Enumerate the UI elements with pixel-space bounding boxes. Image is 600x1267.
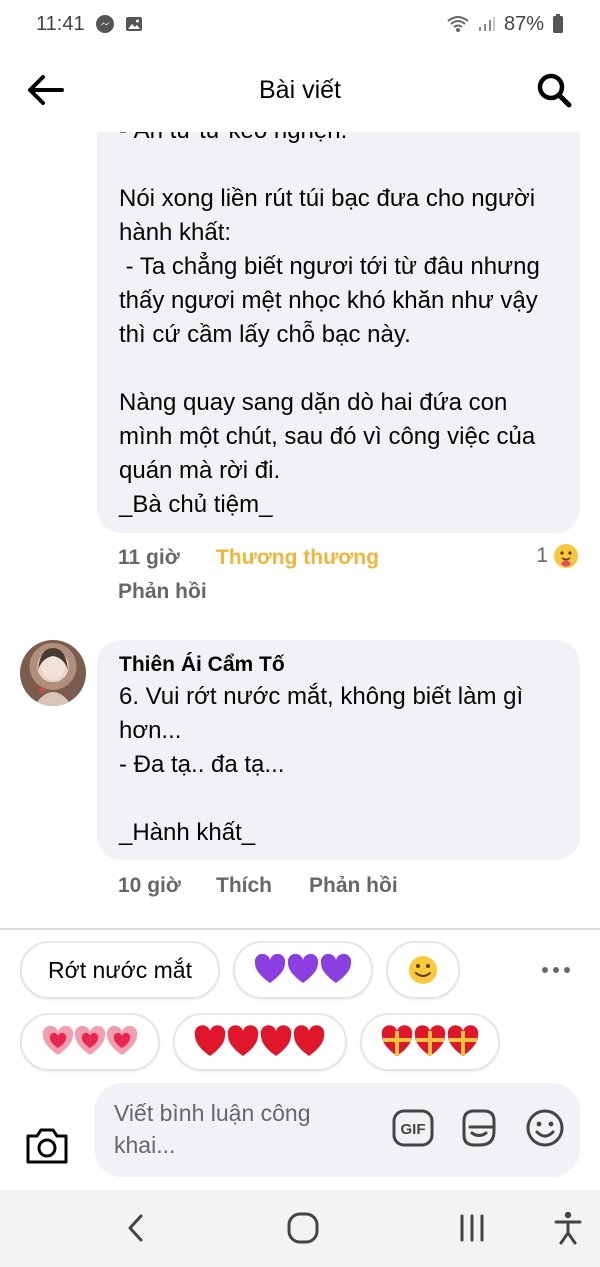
reply-button[interactable]: Phản hồi — [309, 874, 398, 898]
back-button[interactable] — [24, 68, 68, 112]
gif-icon: GIF — [392, 1109, 434, 1147]
avatar[interactable] — [20, 640, 86, 706]
comment-time[interactable]: 11 giờ — [118, 546, 180, 570]
emoji-icon — [526, 1109, 564, 1147]
svg-text:GIF: GIF — [401, 1121, 426, 1138]
sticker-button[interactable] — [456, 1105, 502, 1151]
page-title: Bài viết — [259, 75, 341, 104]
wifi-icon — [446, 14, 470, 34]
comments-feed[interactable]: - Ăn từ từ kẻo nghẹn. Nói xong liền rút … — [0, 132, 600, 928]
app-header: Bài viết — [0, 48, 600, 132]
gif-button[interactable]: GIF — [390, 1105, 436, 1151]
system-nav-bar — [0, 1190, 600, 1267]
camera-button[interactable] — [24, 1124, 70, 1166]
quick-reply-chip[interactable] — [386, 941, 460, 999]
sparkling-hearts-icon — [42, 1025, 138, 1055]
comment-bubble[interactable]: - Ăn từ từ kẻo nghẹn. Nói xong liền rút … — [97, 132, 580, 533]
reaction-summary[interactable]: 1 — [536, 542, 580, 570]
sticker-icon — [462, 1109, 496, 1147]
comment-author[interactable]: Thiên Ái Cẩm Tố — [119, 652, 558, 678]
quick-reply-chip[interactable] — [173, 1013, 347, 1071]
chevron-left-icon — [128, 1214, 143, 1242]
home-circle-icon — [287, 1212, 319, 1244]
battery-icon — [552, 14, 564, 34]
arrow-left-icon — [28, 75, 64, 105]
divider — [0, 928, 600, 930]
nav-home-button[interactable] — [279, 1206, 327, 1250]
status-time: 11:41 — [36, 12, 85, 35]
signal-icon — [478, 15, 496, 33]
status-bar: 11:41 87% — [0, 0, 600, 48]
like-button[interactable]: Thích — [216, 874, 272, 898]
battery-percent: 87% — [503, 12, 544, 35]
purple-hearts-icon — [254, 953, 352, 983]
gallery-icon — [125, 15, 143, 33]
comment-text: 6. Vui rớt nước mắt, không biết làm gì h… — [119, 683, 524, 846]
search-button[interactable] — [532, 68, 576, 112]
comment-text: - Ăn từ từ kẻo nghẹn. Nói xong liền rút … — [119, 132, 540, 518]
gift-hearts-icon — [381, 1025, 479, 1056]
quick-reply-chip[interactable] — [360, 1013, 500, 1071]
reaction-count: 1 — [536, 544, 548, 567]
red-hearts-icon — [194, 1025, 325, 1056]
quick-reply-chip[interactable]: Rớt nước mắt — [20, 941, 220, 999]
comment-time[interactable]: 10 giờ — [118, 874, 181, 898]
accessibility-button[interactable] — [544, 1206, 592, 1250]
more-options-button[interactable] — [536, 955, 576, 985]
emoji-button[interactable] — [522, 1105, 568, 1151]
camera-icon — [26, 1128, 68, 1164]
messenger-icon — [95, 14, 115, 34]
smile-emoji-icon — [409, 956, 437, 984]
quick-reply-chip[interactable] — [233, 941, 373, 999]
accessibility-icon — [554, 1211, 582, 1245]
care-reaction-icon — [554, 544, 578, 568]
search-icon — [537, 73, 572, 108]
nav-recents-button[interactable] — [448, 1206, 496, 1250]
reaction-button[interactable]: Thương thương — [216, 546, 379, 570]
reply-button[interactable]: Phản hồi — [118, 580, 207, 604]
comment-bubble[interactable]: Thiên Ái Cẩm Tố 6. Vui rớt nước mắt, khô… — [97, 640, 580, 860]
comment-composer[interactable]: Viết bình luận công khai... GIF — [94, 1083, 580, 1177]
recents-icon — [460, 1214, 484, 1242]
nav-back-button[interactable] — [112, 1206, 160, 1250]
quick-reply-chip[interactable] — [20, 1013, 160, 1071]
comment-input[interactable]: Viết bình luận công khai... — [114, 1097, 354, 1161]
